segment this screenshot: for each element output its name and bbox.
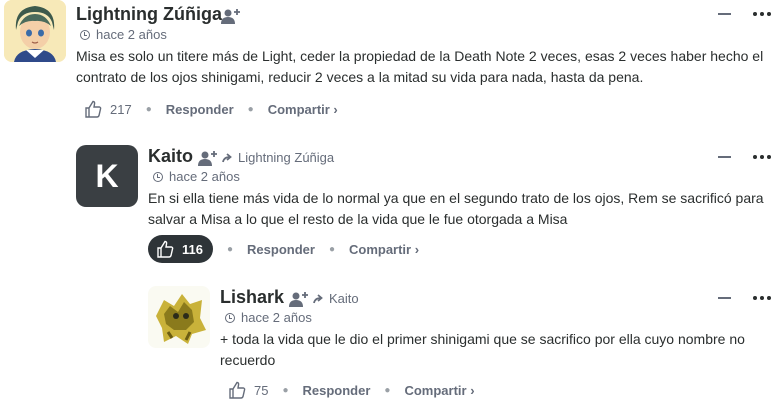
like-button[interactable]: 75 xyxy=(228,381,268,399)
user-clock-icon xyxy=(153,171,163,182)
comment-actions: 75 ● Responder ● Compartir › xyxy=(228,377,475,403)
share-button[interactable]: Compartir › xyxy=(349,242,419,257)
comment-menu xyxy=(718,296,771,300)
timestamp[interactable]: hace 2 años xyxy=(80,27,167,42)
collapse-icon[interactable] xyxy=(718,13,731,15)
reply-to[interactable]: Lightning Zúñiga xyxy=(222,150,334,165)
comment-menu xyxy=(718,155,771,159)
follow-user-icon[interactable] xyxy=(289,291,309,307)
reply-arrow-icon xyxy=(222,152,232,162)
comment-menu xyxy=(718,12,771,16)
comment-lightning: Lightning Zúñiga hace 2 años Misa es sol… xyxy=(0,0,783,130)
like-button[interactable]: 217 xyxy=(84,100,132,118)
more-options-icon[interactable] xyxy=(753,155,771,159)
avatar[interactable] xyxy=(4,0,66,62)
thumbs-up-icon xyxy=(157,240,174,258)
user-clock-icon xyxy=(80,29,90,40)
share-button[interactable]: Compartir › xyxy=(404,383,474,398)
reply-arrow-icon xyxy=(313,293,323,303)
comment-text: Misa es solo un titere más de Light, ced… xyxy=(76,48,764,85)
avatar[interactable]: K xyxy=(76,145,138,207)
like-count: 75 xyxy=(254,382,269,398)
timestamp[interactable]: hace 2 años xyxy=(153,169,240,184)
separator-dot: ● xyxy=(328,243,335,255)
collapse-icon[interactable] xyxy=(718,156,731,158)
separator-dot: ● xyxy=(384,384,391,396)
follow-user-icon[interactable] xyxy=(221,8,241,24)
reply-button[interactable]: Responder xyxy=(166,102,234,117)
reply-button[interactable]: Responder xyxy=(247,242,315,257)
user-clock-icon xyxy=(225,312,235,323)
like-button[interactable]: 116 xyxy=(148,235,213,263)
comment-lishark: Lishark Kaito hace 2 años + toda la vida… xyxy=(0,280,783,401)
author-name[interactable]: Kaito xyxy=(148,146,193,167)
avatar-letter: K xyxy=(95,157,119,194)
separator-dot: ● xyxy=(226,243,234,255)
reply-button[interactable]: Responder xyxy=(303,383,371,398)
comment-text: + toda la vida que le dio el primer shin… xyxy=(220,331,745,368)
comment-actions: 116 ● Responder ● Compartir › xyxy=(148,235,419,263)
separator-dot: ● xyxy=(247,103,254,115)
author-name[interactable]: Lightning Zúñiga xyxy=(76,4,222,25)
more-options-icon[interactable] xyxy=(753,12,771,16)
thumbs-up-icon xyxy=(229,381,246,399)
collapse-icon[interactable] xyxy=(718,297,731,299)
reply-to[interactable]: Kaito xyxy=(313,291,359,306)
share-button[interactable]: Compartir › xyxy=(268,102,338,117)
separator-dot: ● xyxy=(145,103,152,115)
like-count: 217 xyxy=(110,101,132,117)
follow-user-icon[interactable] xyxy=(198,150,218,166)
author-name[interactable]: Lishark xyxy=(220,287,284,308)
comment-kaito: K Kaito Lightning Zúñiga hace 2 años En … xyxy=(0,140,783,270)
thumbs-up-icon xyxy=(85,100,102,118)
timestamp[interactable]: hace 2 años xyxy=(225,310,312,325)
more-options-icon[interactable] xyxy=(753,296,771,300)
avatar[interactable] xyxy=(148,286,210,348)
comment-actions: 217 ● Responder ● Compartir › xyxy=(84,96,338,122)
separator-dot: ● xyxy=(282,384,289,396)
like-count: 116 xyxy=(182,241,203,257)
comment-text: En si ella tiene más vida de lo normal y… xyxy=(148,190,764,227)
